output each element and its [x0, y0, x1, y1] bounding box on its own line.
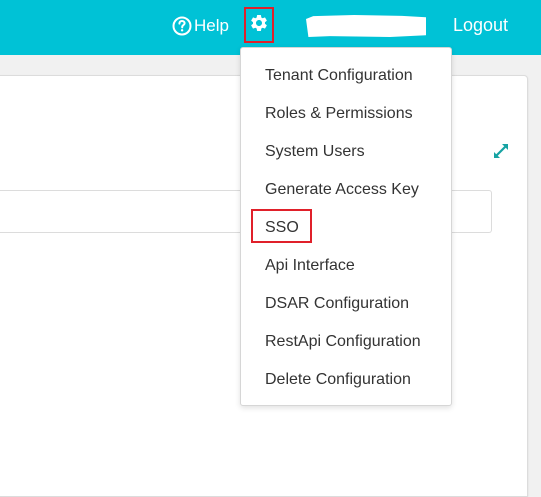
logout-link[interactable]: Logout	[453, 15, 508, 36]
menu-item-api-interface[interactable]: Api Interface	[265, 254, 355, 278]
menu-item-delete-configuration[interactable]: Delete Configuration	[265, 368, 411, 392]
username-redacted	[306, 15, 426, 37]
settings-button[interactable]	[244, 7, 274, 43]
help-label: Help	[194, 16, 229, 35]
menu-item-system-users[interactable]: System Users	[265, 140, 365, 164]
gear-icon	[249, 13, 269, 38]
menu-item-tenant-configuration[interactable]: Tenant Configuration	[265, 64, 413, 88]
settings-dropdown-menu: Tenant Configuration Roles & Permissions…	[240, 47, 452, 406]
expand-arrows-icon[interactable]	[491, 141, 511, 161]
menu-item-sso[interactable]: SSO	[265, 216, 299, 240]
help-link[interactable]: Help	[172, 14, 229, 38]
menu-item-restapi-configuration[interactable]: RestApi Configuration	[265, 330, 421, 354]
menu-item-generate-access-key[interactable]: Generate Access Key	[265, 178, 419, 202]
menu-item-roles-permissions[interactable]: Roles & Permissions	[265, 102, 413, 126]
question-circle-icon	[172, 16, 192, 36]
menu-item-dsar-configuration[interactable]: DSAR Configuration	[265, 292, 409, 316]
